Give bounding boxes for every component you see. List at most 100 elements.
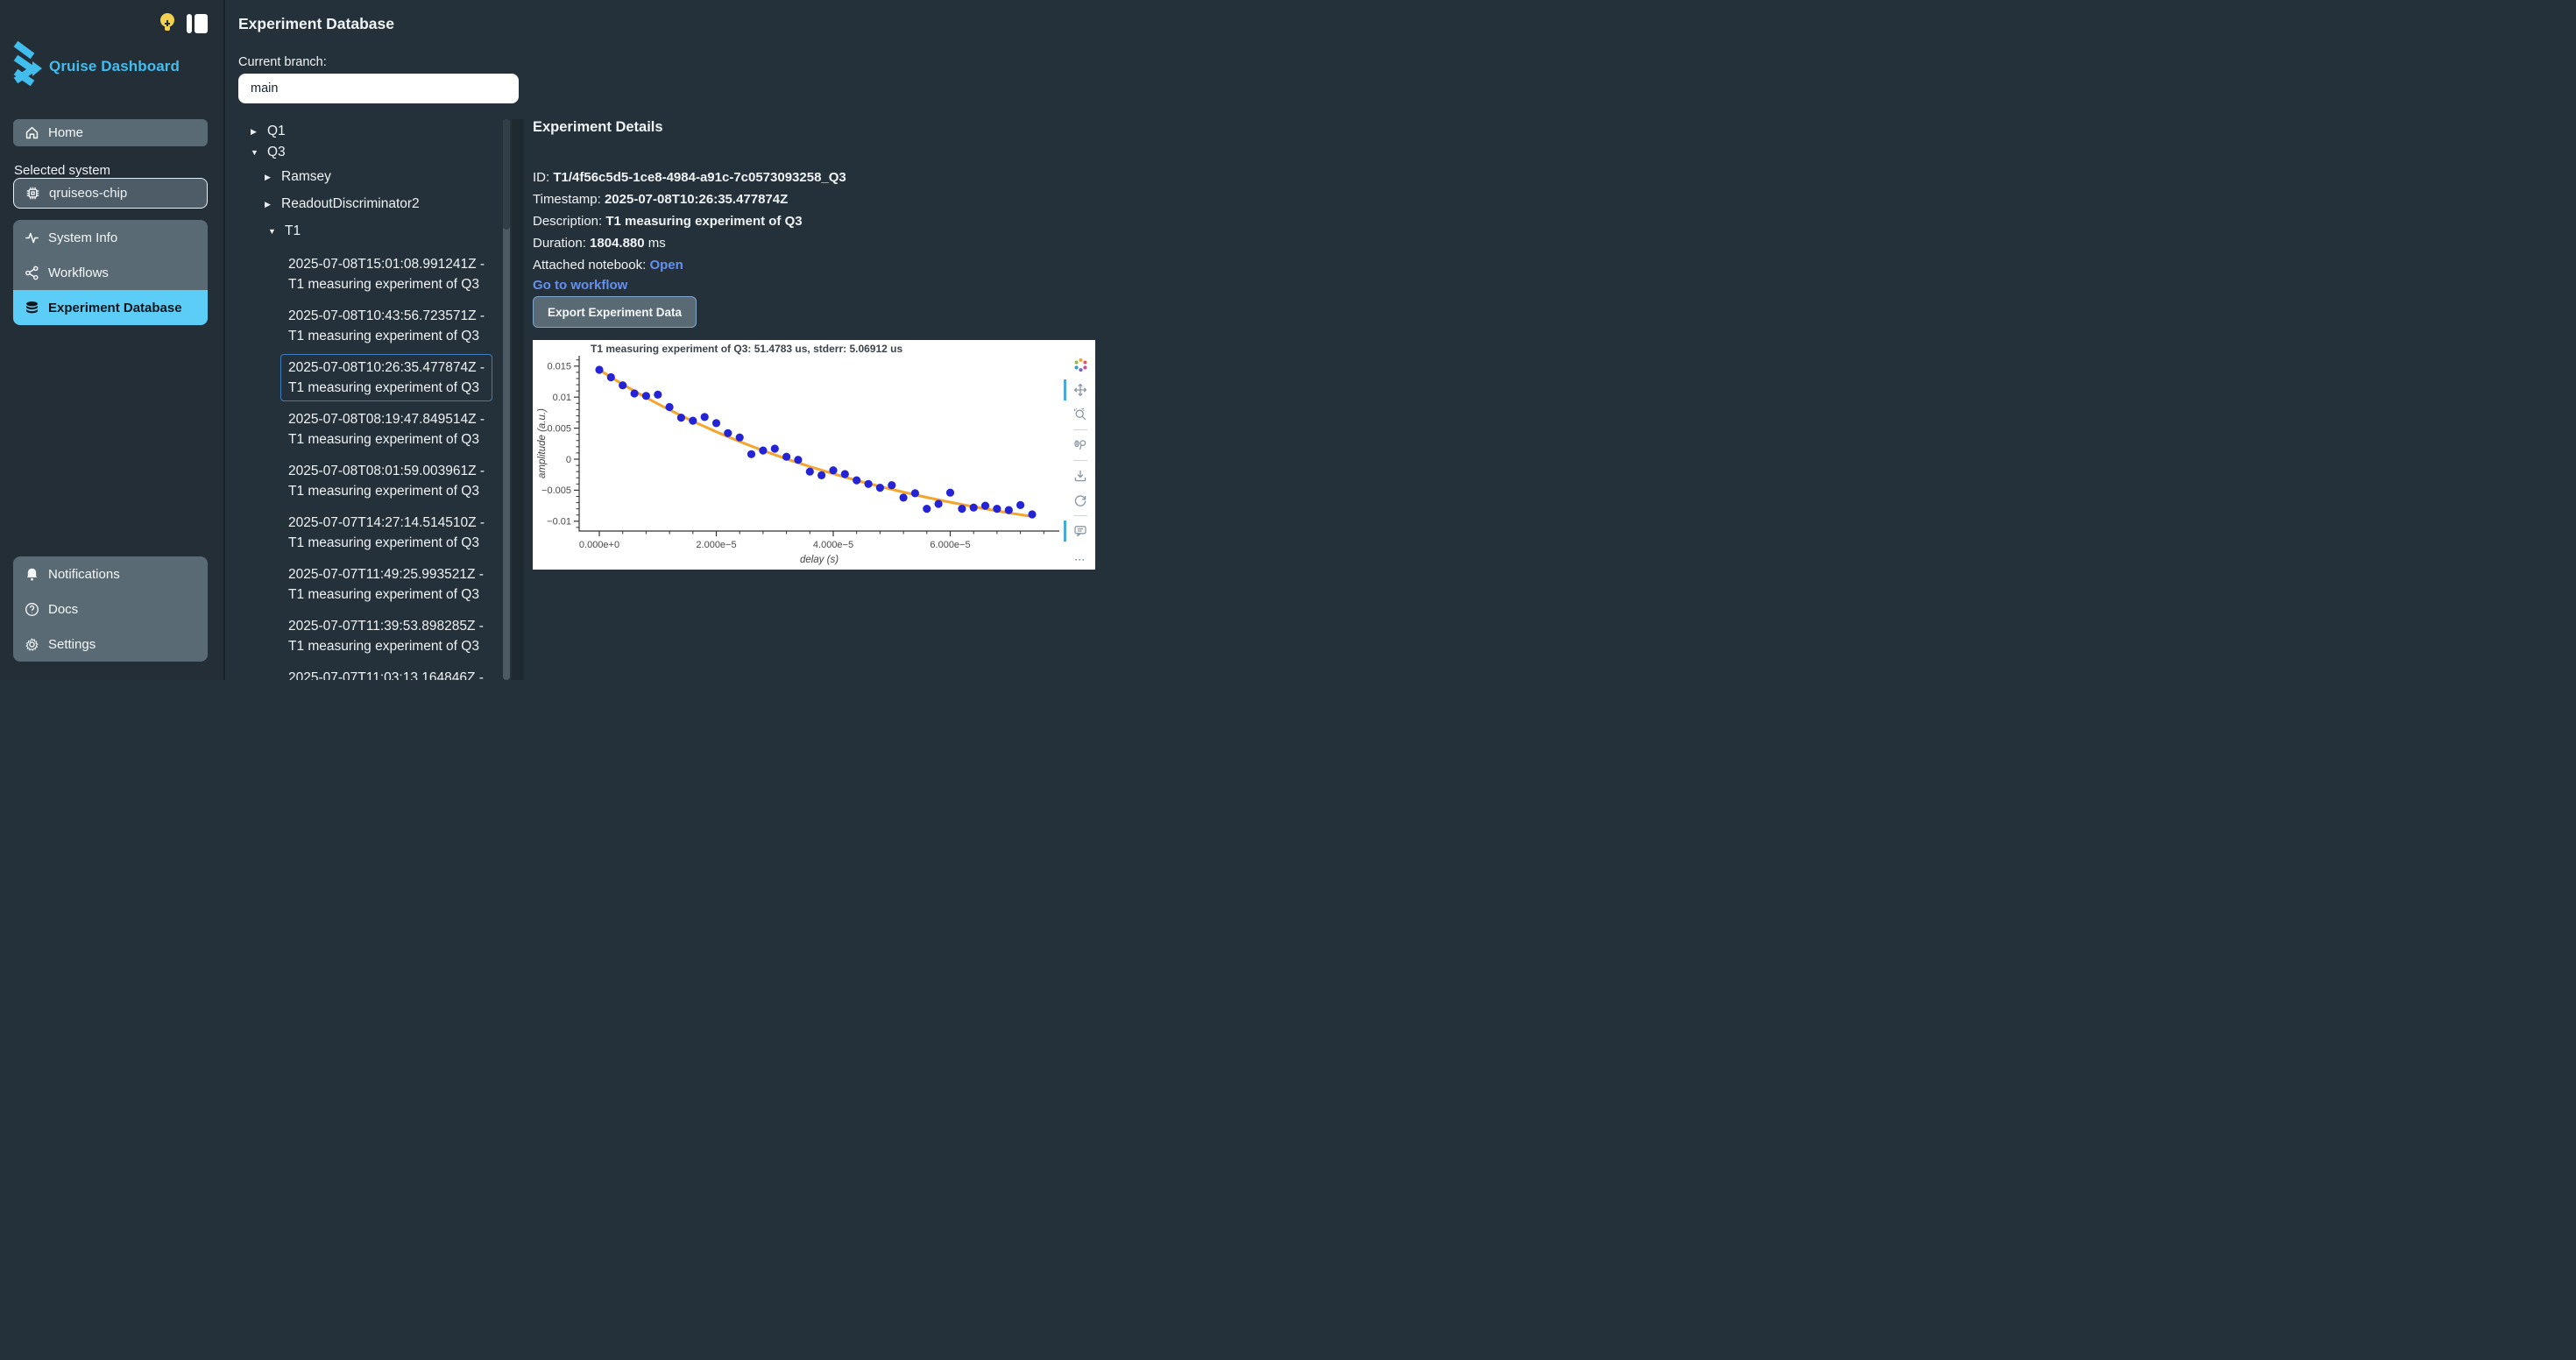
sidebar-nav-group: System Info WorkflowsExperiment Database bbox=[13, 220, 208, 325]
t1-decay-chart[interactable]: T1 measuring experiment of Q3: 51.4783 u… bbox=[533, 340, 1095, 570]
data-point bbox=[829, 466, 837, 474]
tree-node-ramsey[interactable]: ▶ Ramsey bbox=[238, 166, 501, 188]
data-point bbox=[771, 444, 779, 452]
data-point bbox=[666, 403, 674, 411]
plotly-logo-icon[interactable] bbox=[1069, 352, 1092, 378]
experiment-entry[interactable]: 2025-07-08T15:01:08.991241Z -T1 measurin… bbox=[280, 251, 492, 298]
sidebar-item-label: Docs bbox=[48, 602, 78, 617]
open-notebook-link[interactable]: Open bbox=[649, 258, 683, 273]
y-tick-label: −0.01 bbox=[547, 517, 571, 528]
data-point bbox=[677, 414, 685, 421]
reset-axes-icon[interactable] bbox=[1069, 488, 1092, 513]
sidebar-item-notifications[interactable]: Notifications bbox=[13, 556, 208, 591]
data-point bbox=[806, 468, 814, 476]
experiment-entry[interactable]: 2025-07-07T11:49:25.993521Z -T1 measurin… bbox=[280, 561, 492, 608]
modebar-divider bbox=[1073, 460, 1087, 461]
experiment-entry[interactable]: 2025-07-07T14:27:14.514510Z -T1 measurin… bbox=[280, 509, 492, 556]
system-select[interactable]: qruiseos-chip bbox=[13, 178, 208, 209]
experiment-entry[interactable]: 2025-07-08T10:43:56.723571Z -T1 measurin… bbox=[280, 302, 492, 350]
detail-row: Timestamp: 2025-07-08T10:26:35.477874Z bbox=[533, 188, 1093, 210]
entry-timestamp: 2025-07-08T10:26:35.477874Z - bbox=[288, 358, 485, 378]
activity-icon bbox=[25, 230, 39, 245]
experiment-entry[interactable]: 2025-07-08T08:19:47.849514Z -T1 measurin… bbox=[280, 406, 492, 453]
lasso-select-icon[interactable] bbox=[1069, 433, 1092, 457]
data-point bbox=[689, 417, 697, 425]
x-tick-label: 0.000e+0 bbox=[579, 540, 619, 550]
sidebar-item-home[interactable]: Home bbox=[13, 119, 208, 146]
chevron-down-icon[interactable]: ▼ bbox=[251, 148, 261, 157]
tree-node-q3[interactable]: ▼ Q3 bbox=[238, 142, 501, 163]
tree-scrollbar-thumb[interactable] bbox=[503, 119, 510, 230]
entry-description: T1 measuring experiment of Q3 bbox=[288, 378, 485, 398]
pan-icon[interactable] bbox=[1069, 378, 1092, 402]
tree-node-label: Q1 bbox=[267, 124, 286, 139]
sidebar-item-settings[interactable]: Settings bbox=[13, 627, 208, 662]
sidebar-item-workflows[interactable]: Workflows bbox=[13, 255, 208, 290]
theme-bulb-icon[interactable] bbox=[159, 12, 176, 34]
chevron-right-icon[interactable]: ▶ bbox=[265, 200, 275, 209]
page-title: Experiment Database bbox=[238, 15, 394, 33]
data-point bbox=[911, 489, 919, 497]
data-point bbox=[1005, 506, 1013, 514]
experiment-plot-card: T1 measuring experiment of Q3: 51.4783 u… bbox=[533, 340, 1095, 570]
modebar-divider bbox=[1073, 515, 1087, 516]
data-point bbox=[865, 480, 873, 488]
tree-node-readoutdiscriminator2[interactable]: ▶ ReadoutDiscriminator2 bbox=[238, 194, 501, 215]
experiment-entry[interactable]: 2025-07-07T11:03:13.164846Z -T1 measurin… bbox=[280, 664, 492, 680]
tree-node-q1[interactable]: ▶ Q1 bbox=[238, 121, 501, 142]
detail-row: Description: T1 measuring experiment of … bbox=[533, 210, 1093, 232]
details-title: Experiment Details bbox=[533, 119, 663, 136]
x-tick-label: 4.000e−5 bbox=[813, 540, 853, 550]
data-point bbox=[782, 453, 790, 461]
tree-node-t1[interactable]: ▼ T1 bbox=[238, 221, 501, 242]
detail-label: Attached notebook: bbox=[533, 258, 649, 273]
sidebar-item-label: System Info bbox=[48, 230, 117, 245]
zoom-box-icon[interactable] bbox=[1069, 402, 1092, 427]
chevron-right-icon[interactable]: ▶ bbox=[265, 173, 275, 182]
detail-value: 2025-07-08T10:26:35.477874Z bbox=[605, 192, 788, 207]
data-point bbox=[736, 434, 744, 442]
export-experiment-data-button[interactable]: Export Experiment Data bbox=[533, 296, 697, 328]
entry-timestamp: 2025-07-08T10:43:56.723571Z - bbox=[288, 306, 485, 326]
sidebar-item-label: Settings bbox=[48, 637, 96, 652]
sidebar-item-system-info[interactable]: System Info bbox=[13, 220, 208, 255]
detail-unit: ms bbox=[645, 236, 666, 251]
y-axis-title: amplitude (a.u.) bbox=[537, 408, 548, 478]
experiment-entry-selected[interactable]: 2025-07-08T10:26:35.477874Z -T1 measurin… bbox=[280, 354, 492, 401]
collapse-sidebar-icon[interactable] bbox=[187, 14, 208, 33]
branch-input[interactable] bbox=[238, 74, 519, 103]
detail-value: 1804.880 bbox=[590, 236, 645, 251]
more-icon[interactable] bbox=[1069, 543, 1092, 568]
tree-node-label: Q3 bbox=[267, 145, 286, 160]
data-point bbox=[595, 365, 603, 373]
chevron-down-icon[interactable]: ▼ bbox=[268, 227, 279, 236]
sidebar-item-docs[interactable]: Docs bbox=[13, 591, 208, 627]
detail-row: Attached notebook: Open bbox=[533, 254, 1093, 276]
data-point bbox=[923, 505, 931, 513]
experiment-entry[interactable]: 2025-07-07T11:39:53.898285Z -T1 measurin… bbox=[280, 613, 492, 660]
data-point bbox=[1016, 501, 1024, 509]
hover-icon[interactable] bbox=[1069, 519, 1092, 543]
entry-timestamp: 2025-07-07T11:39:53.898285Z - bbox=[288, 616, 484, 636]
data-point bbox=[794, 456, 802, 464]
database-icon bbox=[25, 301, 39, 315]
download-icon[interactable] bbox=[1069, 464, 1092, 488]
current-branch-label: Current branch: bbox=[238, 55, 327, 69]
experiment-entry[interactable]: 2025-07-08T08:01:59.003961Z -T1 measurin… bbox=[280, 457, 492, 505]
go-to-workflow-link[interactable]: Go to workflow bbox=[533, 278, 627, 293]
chevron-right-icon[interactable]: ▶ bbox=[251, 127, 261, 137]
tree-node-label: ReadoutDiscriminator2 bbox=[281, 196, 420, 212]
sidebar-item-experiment-database[interactable]: Experiment Database bbox=[13, 290, 208, 325]
entry-description: T1 measuring experiment of Q3 bbox=[288, 326, 485, 346]
data-point bbox=[1028, 510, 1036, 518]
plotly-modebar bbox=[1069, 352, 1092, 568]
tree-node-label: T1 bbox=[285, 223, 301, 239]
entry-timestamp: 2025-07-08T08:01:59.003961Z - bbox=[288, 461, 485, 481]
data-point bbox=[935, 499, 943, 507]
tree-node-label: Ramsey bbox=[281, 169, 331, 185]
entry-timestamp: 2025-07-08T15:01:08.991241Z - bbox=[288, 254, 485, 274]
data-point bbox=[888, 481, 895, 489]
y-tick-label: 0.005 bbox=[547, 423, 571, 434]
system-select-value: qruiseos-chip bbox=[49, 186, 127, 201]
sidebar-top-icons bbox=[159, 12, 208, 34]
